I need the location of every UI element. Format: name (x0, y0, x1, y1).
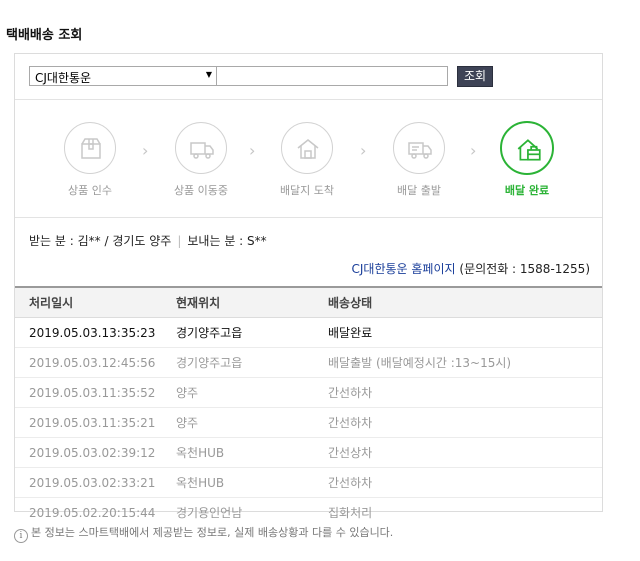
step-arrived: 배달지 도착 (262, 122, 352, 198)
status-cell: 간선하차 (327, 467, 602, 498)
delivery-truck-icon (393, 122, 445, 174)
carrier-select-value: CJ대한통운 (35, 71, 92, 85)
chevron-right-icon: › (360, 141, 367, 160)
search-button[interactable]: 조회 (457, 66, 493, 87)
search-row: CJ대한통운 ▼ 조회 (15, 54, 602, 100)
receiver-name: 받는 분 : 김** / 경기도 양주 (29, 234, 172, 248)
processed-time-cell: 2019.05.03.11:35:52 (15, 377, 175, 408)
truck-icon (175, 122, 227, 174)
shipment-info: 받는 분 : 김** / 경기도 양주 | 보내는 분 : S** CJ대한통운 홈… (15, 218, 602, 286)
page-title: 택배배송 조회 (6, 28, 83, 43)
table-row: 2019.05.03.11:35:52 양주 간선하차 (15, 377, 602, 408)
location-cell: 옥천HUB (175, 437, 327, 468)
status-cell: 집화처리 (328, 506, 373, 520)
divider: | (177, 234, 182, 248)
box-icon (64, 122, 116, 174)
processed-time-cell: 2019.05.03.11:35:21 (15, 407, 175, 438)
contact-phone: (문의전화 : 1588-1255) (459, 262, 590, 276)
step-out-for-delivery: 배달 출발 (374, 122, 464, 198)
status-cell: 배달완료 (327, 317, 602, 348)
carrier-contact: CJ대한통운 홈페이지 (문의전화 : 1588-1255) (352, 260, 591, 277)
chevron-right-icon: › (470, 141, 477, 160)
status-cell: 간선상차 (327, 437, 602, 468)
step-label: 상품 인수 (68, 184, 112, 197)
location-cell: 경기용인언남 (176, 506, 243, 520)
location-cell: 경기양주고읍 (175, 347, 327, 378)
carrier-homepage-link[interactable]: CJ대한통운 홈페이지 (352, 262, 456, 276)
table-header-row: 처리일시 현재위치 배송상태 (15, 286, 602, 318)
processed-time-cell: 2019.05.03.02:39:12 (15, 437, 175, 468)
processed-time-cell: 2019.05.03.02:33:21 (15, 467, 175, 498)
status-cell: 배달출발 (배달예정시간 :13~15시) (327, 347, 602, 378)
column-header: 처리일시 (15, 286, 175, 318)
table-row: 2019.05.03.11:35:21 양주 간선하차 (15, 407, 602, 438)
dropdown-arrow-icon: ▼ (205, 70, 212, 79)
chevron-right-icon: › (142, 141, 149, 160)
location-cell: 양주 (175, 377, 327, 408)
step-delivered: 배달 완료 (482, 121, 572, 198)
step-label: 배달 완료 (504, 184, 550, 197)
table-row: 2019.05.02.20:15:44 경기용인언남 집화처리 (15, 498, 602, 528)
sender-name: 보내는 분 : S** (187, 234, 267, 248)
step-product-received: 상품 인수 (45, 122, 135, 198)
location-cell: 옥천HUB (175, 467, 327, 498)
processed-time-cell: 2019.05.03.13:35:23 (15, 317, 175, 348)
table-row: 2019.05.03.13:35:23 경기양주고읍 배달완료 (15, 317, 602, 348)
step-label: 배달 출발 (397, 184, 441, 197)
column-header: 현재위치 (175, 286, 327, 318)
party-names: 받는 분 : 김** / 경기도 양주 | 보내는 분 : S** (29, 232, 267, 249)
carrier-select[interactable]: CJ대한통운 ▼ (29, 66, 217, 86)
delivered-house-icon (500, 121, 554, 175)
table-row: 2019.05.03.02:33:21 옥천HUB 간선하차 (15, 467, 602, 498)
delivery-steps: 상품 인수 › 상품 이동중 › 배달지 도착 › 배달 출발 › 배달 완료 (15, 99, 602, 218)
tracking-number-input[interactable] (216, 66, 448, 86)
step-label: 배달지 도착 (279, 184, 335, 197)
chevron-right-icon: › (249, 141, 256, 160)
step-label: 상품 이동중 (173, 184, 229, 197)
tracking-panel: CJ대한통운 ▼ 조회 상품 인수 › 상품 이동중 › 배달지 도착 › 배달… (14, 53, 603, 520)
processed-time-cell: 2019.05.02.20:15:44 (29, 505, 156, 520)
location-cell: 양주 (175, 407, 327, 438)
table-row: 2019.05.03.02:39:12 옥천HUB 간선상차 (15, 437, 602, 468)
disclaimer-text: 본 정보는 스마트택배에서 제공받는 정보로, 실제 배송상황과 다를 수 있습… (31, 526, 394, 539)
table-row: 2019.05.03.12:45:56 경기양주고읍 배달출발 (배달예정시간 … (15, 347, 602, 378)
processed-time-cell: 2019.05.03.12:45:56 (15, 347, 175, 378)
step-in-transit: 상품 이동중 (156, 122, 246, 198)
column-header: 배송상태 (327, 286, 602, 318)
house-icon (281, 122, 333, 174)
disclaimer: i본 정보는 스마트택배에서 제공받는 정보로, 실제 배송상황과 다를 수 있… (14, 524, 393, 543)
status-cell: 간선하차 (327, 407, 602, 438)
info-icon: i (14, 529, 28, 543)
location-cell: 경기양주고읍 (175, 317, 327, 348)
status-cell: 간선하차 (327, 377, 602, 408)
tracking-history-table: 처리일시 현재위치 배송상태 2019.05.03.13:35:23 경기양주고… (15, 286, 602, 527)
